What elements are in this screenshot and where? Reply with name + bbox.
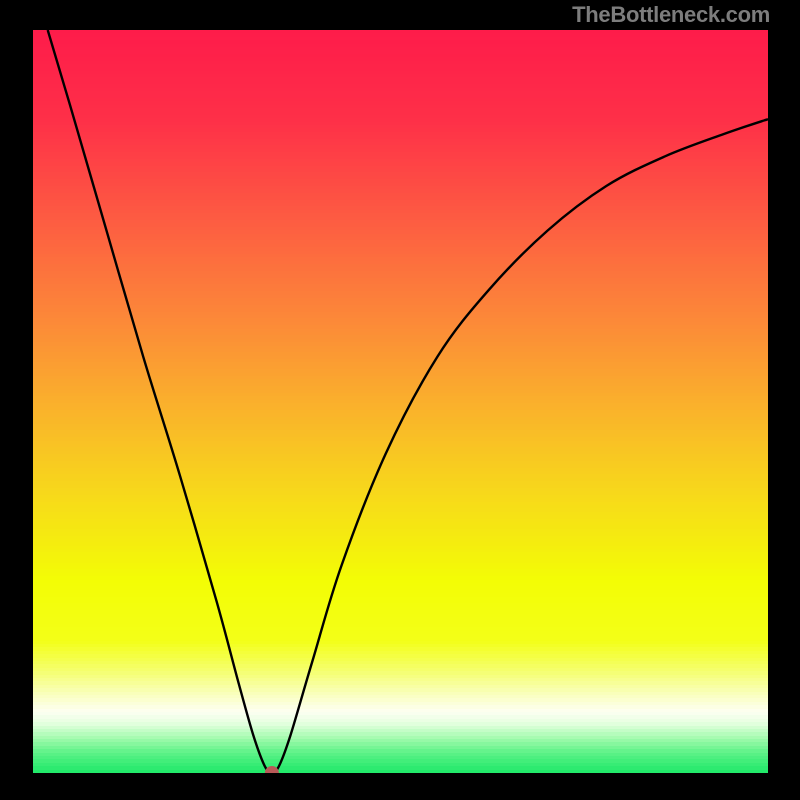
- watermark-text: TheBottleneck.com: [572, 2, 770, 28]
- plot-area: [33, 30, 768, 773]
- bottleneck-curve: [48, 30, 768, 773]
- chart-frame: TheBottleneck.com: [0, 0, 800, 800]
- minimum-marker: [265, 766, 279, 773]
- chart-svg: [33, 30, 768, 773]
